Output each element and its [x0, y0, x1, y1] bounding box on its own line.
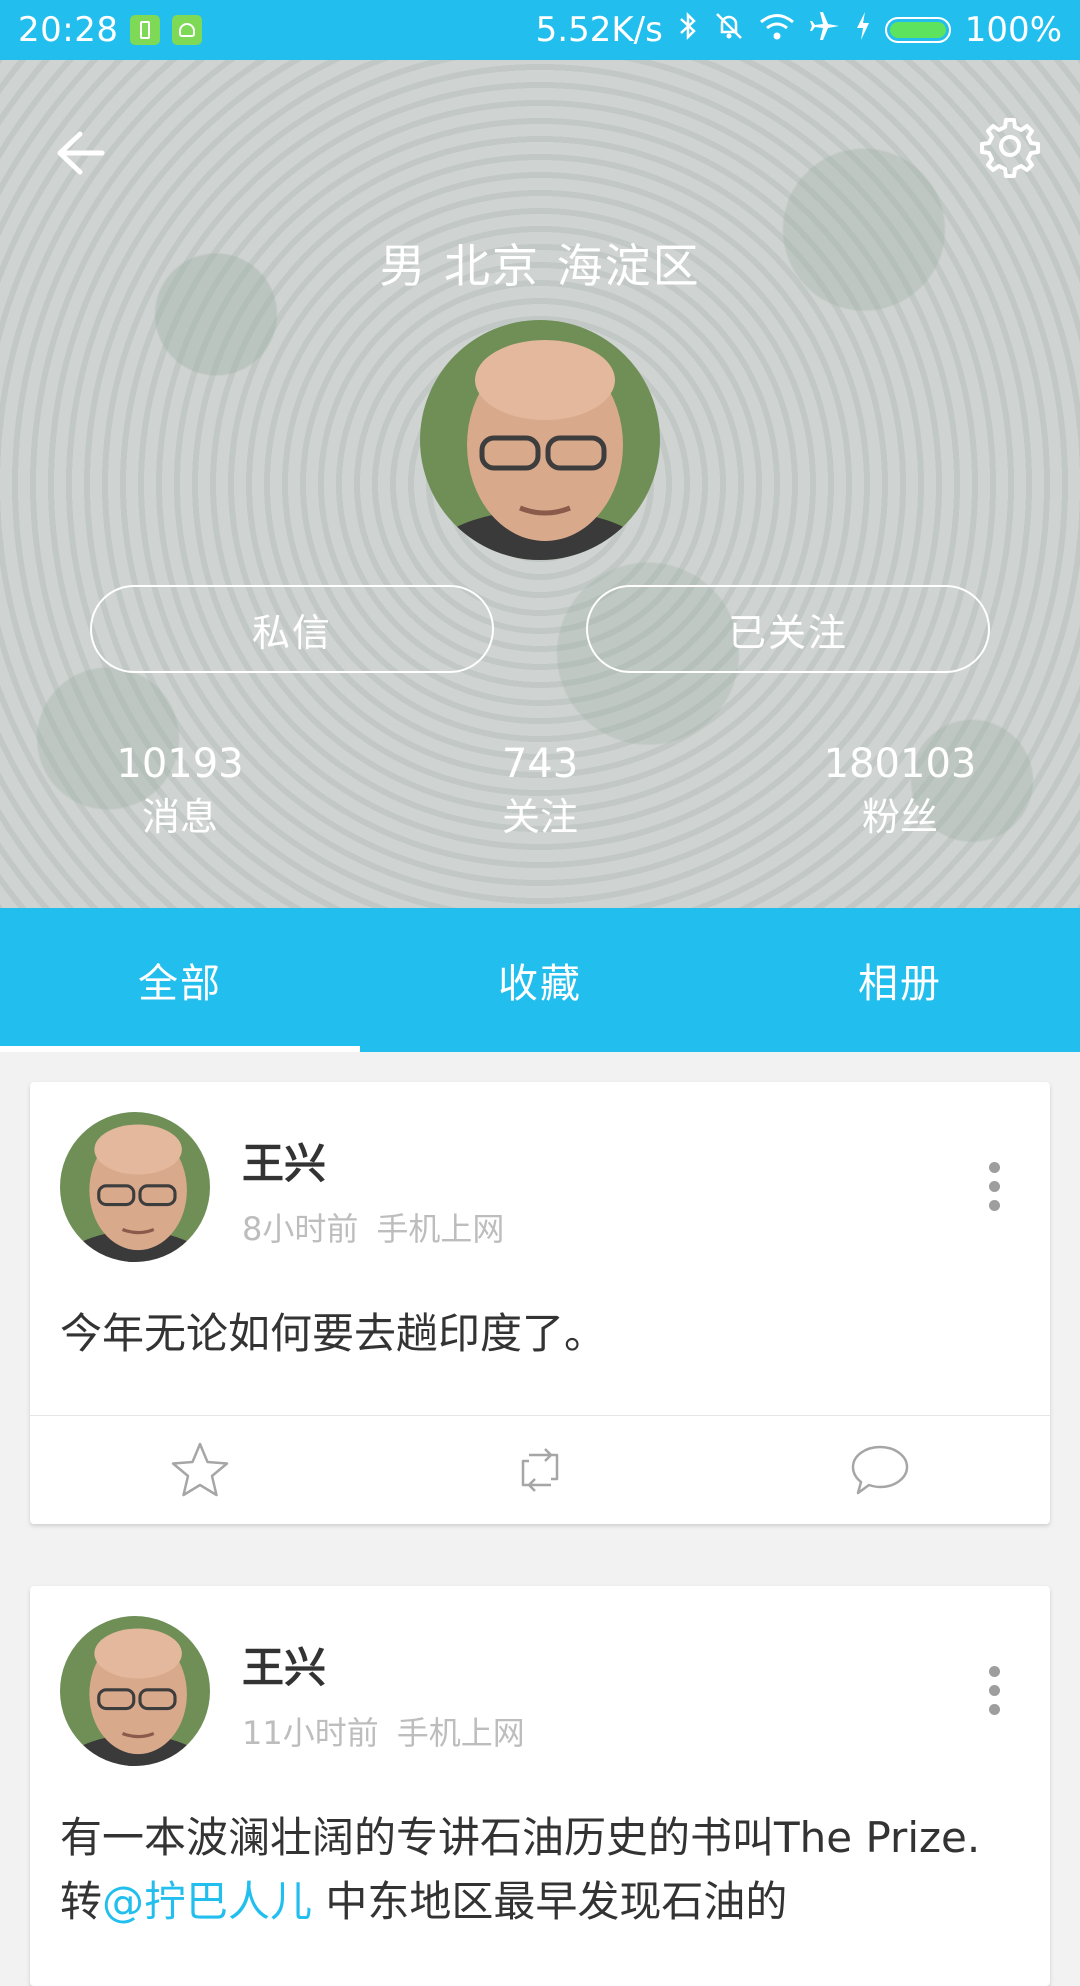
avatar-photo — [60, 1616, 210, 1766]
stat-value: 743 — [501, 741, 579, 787]
bluetooth-icon — [677, 11, 699, 49]
more-dot-icon — [988, 1200, 1000, 1211]
settings-button[interactable] — [978, 114, 1042, 178]
status-bar: 20:28 5.52K/s 100% — [0, 0, 1080, 60]
repost-icon — [521, 1448, 559, 1492]
battery-indicator — [884, 17, 951, 43]
repost-button[interactable] — [370, 1416, 710, 1524]
post-source: 手机上网 — [396, 1714, 525, 1752]
stat-label: 关注 — [501, 795, 578, 839]
following-button[interactable]: 已关注 — [586, 585, 990, 673]
comment-button[interactable] — [710, 1416, 1050, 1524]
stat-following[interactable]: 743 关注 — [390, 738, 690, 844]
post-actions — [30, 1415, 1050, 1524]
tab-all[interactable]: 全部 — [0, 908, 360, 1052]
post-text: 今年无论如何要去趟印度了。 — [60, 1309, 607, 1358]
back-arrow-icon — [57, 131, 105, 175]
stat-label: 粉丝 — [861, 795, 938, 839]
stat-messages[interactable]: 10193 消息 — [30, 738, 330, 844]
more-dot-icon — [988, 1666, 1000, 1677]
profile-location: 男 北京 海淀区 — [379, 239, 701, 293]
more-dot-icon — [988, 1162, 1000, 1173]
star-icon — [171, 1442, 229, 1497]
more-dot-icon — [988, 1685, 1000, 1696]
post-author-avatar[interactable] — [60, 1112, 210, 1262]
more-options-button[interactable] — [984, 1666, 1004, 1736]
mute-icon — [713, 10, 745, 51]
comment-icon — [851, 1445, 909, 1495]
android-app-icon — [172, 15, 203, 45]
net-speed: 5.52K/s — [535, 10, 663, 50]
post-author-name[interactable]: 王兴 — [242, 1634, 326, 1695]
mention-link[interactable]: @拧巴人儿 — [102, 1877, 312, 1926]
stat-followers[interactable]: 180103 粉丝 — [750, 738, 1050, 844]
charging-icon — [855, 10, 871, 50]
post-meta: 8小时前 手机上网 — [242, 1204, 504, 1250]
avatar-photo — [60, 1112, 210, 1262]
post-card[interactable]: 王兴 8小时前 手机上网 今年无论如何要去趟印度了。 — [30, 1082, 1050, 1524]
more-dot-icon — [988, 1704, 1000, 1715]
stat-value: 10193 — [116, 741, 244, 787]
avatar-photo — [420, 320, 660, 560]
stat-label: 消息 — [141, 795, 218, 839]
wifi-icon — [759, 10, 795, 50]
post-text: 有一本波澜壮阔的专讲石油历史的书叫The Prize.转@拧巴人儿 中东地区最早… — [60, 1806, 1020, 1934]
gear-icon — [980, 118, 1040, 178]
battery-app-icon — [130, 15, 161, 45]
battery-fill — [889, 22, 946, 38]
post-source: 手机上网 — [376, 1210, 505, 1248]
post-author-avatar[interactable] — [60, 1616, 210, 1766]
tab-album[interactable]: 相册 — [720, 908, 1080, 1052]
tab-favorites[interactable]: 收藏 — [360, 908, 720, 1052]
post-time: 8小时前 — [242, 1210, 359, 1248]
profile-avatar[interactable] — [420, 320, 660, 560]
status-time: 20:28 — [18, 10, 119, 50]
airplane-icon — [809, 10, 841, 51]
favorite-button[interactable] — [30, 1416, 370, 1524]
back-button[interactable] — [48, 118, 118, 188]
stat-value: 180103 — [823, 741, 977, 787]
profile-header: 男 北京 海淀区 私信 已关注 10193 消息 743 关注 180103 粉… — [0, 60, 1080, 908]
more-options-button[interactable] — [984, 1162, 1004, 1232]
profile-tabs: 全部 收藏 相册 — [0, 908, 1080, 1052]
post-author-name[interactable]: 王兴 — [242, 1130, 326, 1191]
post-card[interactable]: 王兴 11小时前 手机上网 有一本波澜壮阔的专讲石油历史的书叫The Prize.… — [30, 1586, 1050, 1986]
private-message-button[interactable]: 私信 — [90, 585, 494, 673]
post-time: 11小时前 — [242, 1714, 379, 1752]
more-dot-icon — [988, 1181, 1000, 1192]
post-text-after: 中东地区最早发现石油的 — [312, 1877, 788, 1926]
battery-percent: 100% — [964, 10, 1062, 50]
post-meta: 11小时前 手机上网 — [242, 1708, 525, 1754]
